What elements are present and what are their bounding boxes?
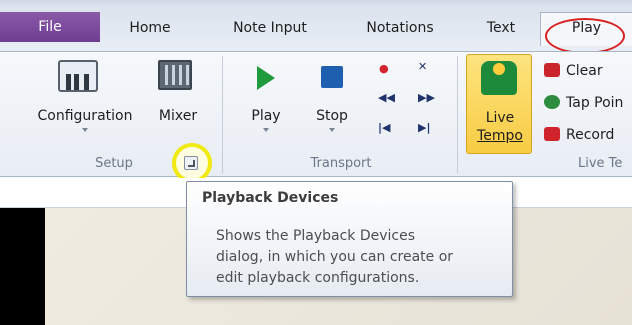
clear-button[interactable]: Clear [544,60,603,82]
tooltip-title: Playback Devices [202,190,339,206]
ribbon-panel: Configuration Mixer Setup Play Stop ● ✕ … [0,51,632,177]
tab-file[interactable]: File [0,12,100,42]
record-button[interactable]: Record [544,124,614,146]
live-tempo-label: Live Tempo [467,109,533,145]
group-label-live-tempo: Live Te [578,156,623,171]
live-tempo-label-line1: Live [485,110,515,126]
conductor-icon [481,61,517,95]
fast-forward-icon[interactable]: ▶▶ [418,92,435,104]
group-divider [222,56,223,174]
tap-point-button[interactable]: Tap Poin [544,92,623,114]
mixer-label: Mixer [158,108,198,124]
chevron-down-icon [263,128,269,132]
clear-label: Clear [566,63,603,79]
stop-button[interactable]: Stop [306,108,358,132]
play-icon [257,66,275,90]
score-page-edge [0,208,45,325]
title-strip [0,0,632,9]
record-dot-icon[interactable]: ● [379,63,389,75]
move-to-start-icon[interactable]: |◀ [378,122,390,134]
move-to-end-icon[interactable]: ▶| [418,122,430,134]
tooltip-body: Shows the Playback Devices dialog, in wh… [216,228,454,286]
play-button[interactable]: Play [240,108,292,132]
tab-note-input[interactable]: Note Input [218,14,322,42]
live-tempo-label-line2: Tempo [477,128,523,144]
stop-label: Stop [316,108,348,124]
chevron-down-icon [82,128,88,132]
tab-notations[interactable]: Notations [352,14,448,42]
live-tempo-button[interactable]: Live Tempo [466,54,532,154]
piano-keyboard-icon [58,60,98,92]
group-label-transport: Transport [310,156,372,171]
chevron-down-icon [329,128,335,132]
stop-icon [321,66,343,88]
play-label: Play [251,108,281,124]
record-figure-icon [544,127,560,141]
record-label: Record [566,127,615,143]
configuration-button[interactable]: Configuration [30,108,140,132]
mixer-icon [158,60,192,90]
highlight-circle-play [545,18,625,54]
playback-devices-tooltip: Playback Devices Shows the Playback Devi… [186,181,513,297]
tap-point-icon [544,95,560,109]
tap-point-label: Tap Poin [566,95,624,111]
dialog-launcher-icon[interactable] [184,156,198,170]
tab-text[interactable]: Text [476,14,526,42]
group-divider [457,56,458,174]
configuration-label: Configuration [37,108,133,124]
rewind-icon[interactable]: ◀◀ [378,92,395,104]
move-playback-line-icon[interactable]: ✕ [418,61,427,73]
clear-icon [544,63,560,77]
mixer-button[interactable]: Mixer [150,108,206,124]
group-label-setup: Setup [95,156,133,171]
tab-home[interactable]: Home [118,14,182,42]
